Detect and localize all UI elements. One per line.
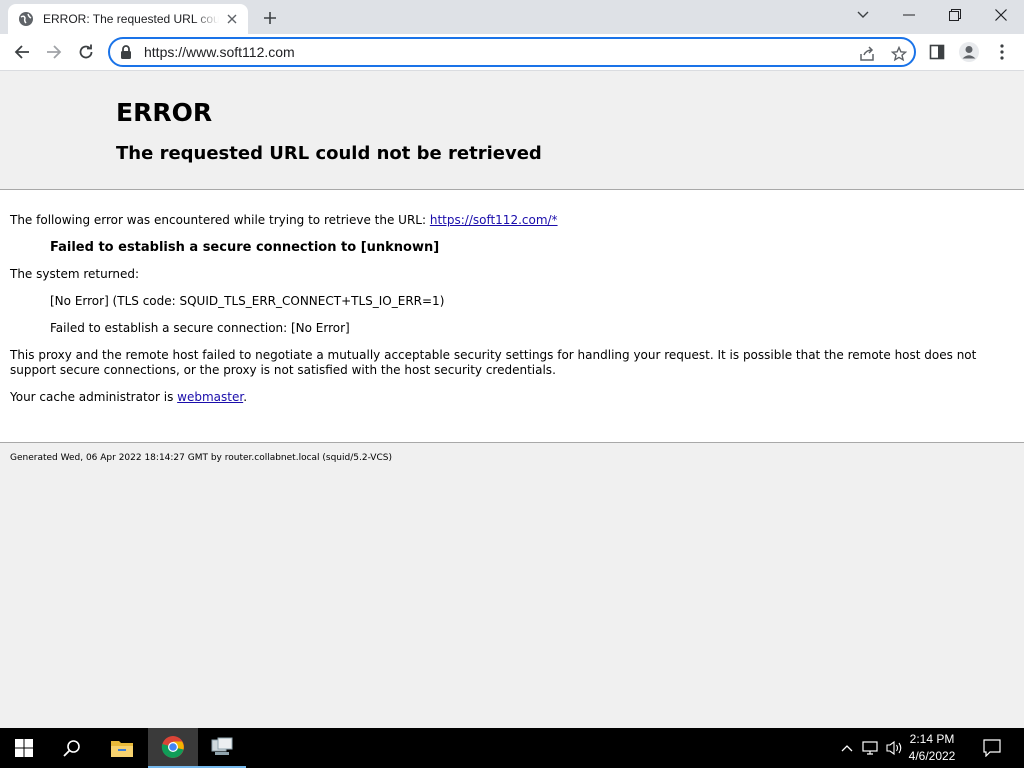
system-returned-label: The system returned: — [10, 267, 140, 281]
star-icon[interactable] — [888, 43, 910, 65]
system-clock[interactable]: 2:14 PM 4/6/2022 — [900, 731, 964, 765]
error-body: The following error was encountered whil… — [0, 190, 1024, 442]
intro-paragraph: The following error was encountered whil… — [10, 213, 558, 228]
side-panel-button[interactable] — [923, 38, 951, 66]
clock-time: 2:14 PM — [909, 732, 955, 746]
chrome-taskbar-button[interactable] — [148, 728, 198, 768]
error-header: ERROR The requested URL could not be ret… — [0, 71, 1024, 190]
profile-button[interactable] — [955, 38, 983, 66]
arrow-right-icon — [47, 45, 62, 59]
bottom-divider — [0, 442, 1024, 443]
chevron-up-icon — [841, 745, 853, 752]
network-app-button[interactable] — [198, 728, 246, 768]
tab-title: ERROR: The requested URL could not be re… — [43, 12, 219, 26]
explanation-line-1: This proxy and the remote host failed to… — [10, 348, 977, 362]
error-url-link[interactable]: https://soft112.com/* — [430, 213, 558, 227]
intro-text: The following error was encountered whil… — [10, 213, 430, 227]
browser-toolbar — [0, 34, 1024, 71]
kebab-menu-icon — [1000, 44, 1004, 60]
notification-icon — [983, 739, 1001, 757]
page-content: ERROR The requested URL could not be ret… — [0, 71, 1024, 728]
start-button[interactable] — [0, 728, 48, 768]
search-icon — [63, 740, 80, 757]
minimize-icon — [903, 14, 915, 16]
tab-search-button[interactable] — [840, 0, 886, 30]
tab-strip: ERROR: The requested URL could not be re… — [0, 0, 1024, 34]
explanation-line-2: support secure connections, or the proxy… — [10, 363, 556, 377]
reload-icon — [79, 44, 93, 59]
network-icon — [862, 741, 878, 755]
action-center-button[interactable] — [976, 728, 1008, 768]
computer-network-icon — [211, 737, 233, 755]
globe-icon — [18, 11, 34, 27]
admin-paragraph: Your cache administrator is webmaster. — [10, 390, 247, 405]
taskbar: 2:14 PM 4/6/2022 — [0, 728, 1024, 768]
page-subtitle: The requested URL could not be retrieved — [116, 143, 542, 164]
share-icon[interactable] — [856, 43, 878, 65]
show-hidden-icons-button[interactable] — [836, 728, 858, 768]
restore-button[interactable] — [932, 0, 978, 30]
admin-suffix: . — [243, 390, 248, 404]
address-bar[interactable] — [108, 37, 916, 67]
error-title: Failed to establish a secure connection … — [50, 240, 440, 255]
clock-date: 4/6/2022 — [908, 749, 956, 763]
search-button[interactable] — [48, 728, 96, 768]
side-panel-icon — [929, 44, 945, 60]
close-icon — [995, 9, 1007, 21]
minimize-button[interactable] — [886, 0, 932, 30]
arrow-left-icon — [14, 45, 29, 59]
url-input[interactable] — [144, 44, 844, 60]
admin-text: Your cache administrator is — [10, 390, 178, 404]
browser-tab-active[interactable]: ERROR: The requested URL could not be re… — [8, 4, 248, 34]
windows-logo-icon — [15, 739, 33, 757]
new-tab-button[interactable] — [258, 6, 282, 30]
close-icon[interactable] — [224, 11, 240, 27]
network-tray-button[interactable] — [860, 728, 882, 768]
folder-icon — [111, 741, 133, 757]
forward-button[interactable] — [40, 38, 68, 66]
chevron-down-icon — [857, 11, 869, 18]
reload-button[interactable] — [72, 38, 100, 66]
restore-icon — [949, 9, 961, 21]
page-title: ERROR — [116, 98, 213, 127]
profile-icon — [959, 42, 979, 62]
lock-icon[interactable] — [120, 45, 134, 59]
plus-icon — [264, 12, 276, 24]
tls-code-text: [No Error] (TLS code: SQUID_TLS_ERR_CONN… — [50, 294, 445, 308]
footer-text: Generated Wed, 06 Apr 2022 18:14:27 GMT … — [10, 453, 392, 463]
chrome-icon — [161, 736, 184, 758]
secure-connection-text: Failed to establish a secure connection:… — [50, 321, 350, 335]
webmaster-link[interactable]: webmaster — [177, 390, 243, 404]
file-explorer-button[interactable] — [98, 728, 146, 768]
menu-button[interactable] — [988, 38, 1016, 66]
close-window-button[interactable] — [978, 0, 1024, 30]
back-button[interactable] — [8, 38, 36, 66]
